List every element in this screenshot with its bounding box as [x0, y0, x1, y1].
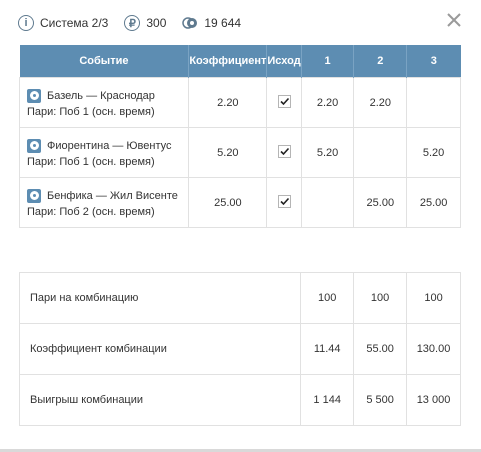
- summary-row: Коэффициент комбинации 11.44 55.00 130.0…: [18, 323, 461, 375]
- match-name: Фиорентина — Ювентус: [47, 139, 172, 152]
- check-icon: [279, 97, 289, 105]
- comb1-cell: 2.20: [300, 77, 355, 128]
- header-event: Событие: [19, 45, 189, 78]
- coins-amount: 19 644: [204, 16, 242, 30]
- system-label: Система 2/3: [40, 16, 109, 30]
- event-cell: Бенфика — Жил Висенте Пари: Поб 2 (осн. …: [18, 177, 190, 228]
- outcome-cell: [266, 77, 302, 128]
- coef-cell: 25.00: [188, 177, 268, 228]
- comb2-cell: 2.20: [353, 77, 408, 128]
- comb1-cell: 5.20: [300, 127, 355, 178]
- table-row: Фиорентина — Ювентус Пари: Поб 1 (осн. в…: [18, 127, 461, 178]
- ruble-icon: ₽: [124, 15, 141, 31]
- header-comb-1: 1: [300, 45, 354, 78]
- coins-info: 19 644: [182, 15, 241, 31]
- outcome-checkbox[interactable]: [277, 144, 291, 158]
- outcome-cell: [266, 177, 302, 228]
- summary-value: 55.00: [353, 323, 408, 375]
- event-cell: Фиорентина — Ювентус Пари: Поб 1 (осн. в…: [18, 127, 190, 178]
- outcome-cell: [266, 127, 302, 178]
- football-icon: [27, 138, 41, 153]
- bet-type: Пари: Поб 2 (осн. время): [27, 205, 155, 218]
- check-icon: [279, 197, 289, 205]
- table-header-row: Событие Коэффициент Исход 1 2 3: [19, 45, 461, 78]
- summary-value: 13 000: [406, 374, 461, 426]
- match-name: Базель — Краснодар: [47, 89, 155, 102]
- football-icon: [27, 88, 41, 103]
- table-row: Бенфика — Жил Висенте Пари: Поб 2 (осн. …: [18, 177, 461, 228]
- summary-label: Коэффициент комбинации: [18, 323, 302, 375]
- summary-value: 130.00: [406, 323, 461, 375]
- summary-value: 1 144: [300, 374, 355, 426]
- comb2-cell: 25.00: [353, 177, 408, 228]
- check-icon: [279, 147, 289, 155]
- comb3-cell: [406, 77, 461, 128]
- event-cell: Базель — Краснодар Пари: Поб 1 (осн. вре…: [18, 77, 190, 128]
- comb3-cell: 25.00: [406, 177, 461, 228]
- comb2-cell: [353, 127, 408, 178]
- coef-cell: 5.20: [188, 127, 268, 178]
- info-icon[interactable]: i: [18, 15, 34, 31]
- summary-row: Выигрыш комбинации 1 144 5 500 13 000: [18, 374, 461, 426]
- coef-cell: 2.20: [188, 77, 268, 128]
- comb3-cell: 5.20: [406, 127, 461, 178]
- match-name: Бенфика — Жил Висенте: [47, 189, 178, 202]
- comb1-cell: [300, 177, 355, 228]
- header-comb-3: 3: [406, 45, 461, 78]
- summary-label: Выигрыш комбинации: [18, 374, 302, 426]
- header-comb-2: 2: [353, 45, 407, 78]
- stake-amount: 300: [146, 16, 167, 30]
- close-icon[interactable]: [445, 11, 463, 29]
- bet-type: Пари: Поб 1 (осн. время): [27, 105, 155, 118]
- topbar: i Система 2/3 ₽ 300 19 644: [18, 12, 257, 34]
- header-coef: Коэффициент: [188, 45, 267, 78]
- summary-value: 100: [406, 272, 461, 324]
- summary-value: 100: [300, 272, 355, 324]
- outcome-checkbox[interactable]: [277, 194, 291, 208]
- football-icon: [27, 188, 41, 203]
- combination-summary-table: Пари на комбинацию 100 100 100 Коэффицие…: [18, 272, 461, 426]
- summary-label: Пари на комбинацию: [18, 272, 302, 324]
- bet-type: Пари: Поб 1 (осн. время): [27, 155, 155, 168]
- stake-info: ₽ 300: [124, 15, 166, 31]
- summary-value: 100: [353, 272, 408, 324]
- system-table: Событие Коэффициент Исход 1 2 3 Базель —…: [18, 45, 461, 228]
- system-info: i Система 2/3: [18, 15, 108, 31]
- outcome-checkbox[interactable]: [277, 94, 291, 108]
- table-row: Базель — Краснодар Пари: Поб 1 (осн. вре…: [18, 77, 461, 128]
- header-outcome: Исход: [266, 45, 302, 78]
- summary-value: 11.44: [300, 323, 355, 375]
- coins-icon: [182, 15, 198, 31]
- summary-row: Пари на комбинацию 100 100 100: [18, 272, 461, 324]
- summary-value: 5 500: [353, 374, 408, 426]
